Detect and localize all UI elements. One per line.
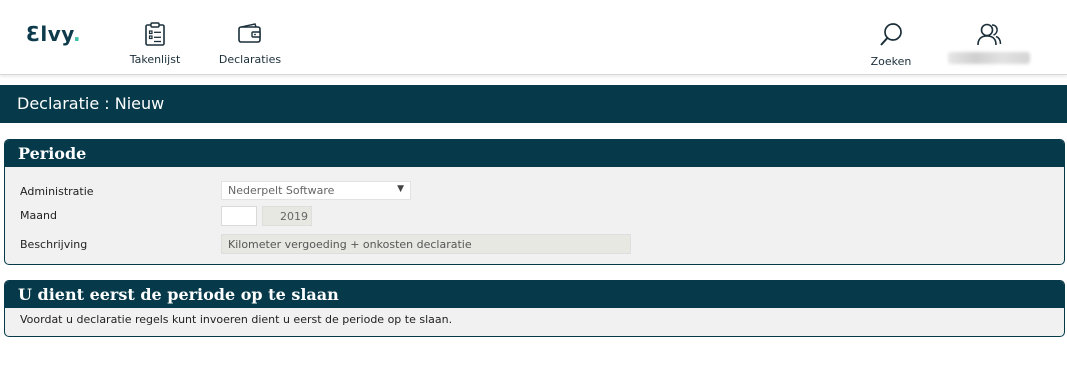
periode-panel: Periode Administratie Nederpelt Software…	[4, 139, 1065, 265]
nav-takenlijst-label: Takenlijst	[129, 53, 181, 66]
elvy-logo[interactable]: Ɛlvy.	[26, 22, 81, 46]
nav-declaraties-label: Declaraties	[218, 53, 282, 66]
top-navigation: Ɛlvy. Takenlijst Declaraties Zoeken	[0, 0, 1067, 75]
search-icon	[880, 23, 902, 46]
page-title-bar: Declaratie : Nieuw	[0, 85, 1067, 123]
administratie-value: Nederpelt Software	[228, 184, 335, 197]
administratie-select[interactable]: Nederpelt Software ▼	[221, 181, 411, 200]
users-icon	[977, 23, 1002, 46]
nav-user-menu[interactable]	[946, 22, 1032, 64]
notice-text: Voordat u declaratie regels kunt invoere…	[20, 313, 453, 326]
logo-dot: .	[73, 22, 82, 46]
beschrijving-label: Beschrijving	[20, 238, 88, 251]
notice-panel: U dient eerst de periode op te slaan Voo…	[4, 280, 1065, 337]
notice-header: U dient eerst de periode op te slaan	[5, 281, 1064, 308]
nav-zoeken-label: Zoeken	[870, 55, 912, 68]
maand-input[interactable]	[221, 206, 257, 226]
nav-takenlijst[interactable]: Takenlijst	[126, 22, 184, 67]
clipboard-list-icon	[145, 22, 165, 46]
administratie-label: Administratie	[20, 185, 94, 198]
user-name-blurred	[948, 52, 1030, 64]
logo-text: Ɛlvy	[26, 22, 74, 46]
beschrijving-input[interactable]: Kilometer vergoeding + onkosten declarat…	[221, 234, 631, 254]
jaar-input: 2019	[262, 206, 312, 226]
maand-label: Maand	[20, 209, 57, 222]
wallet-icon	[238, 23, 261, 43]
nav-zoeken[interactable]: Zoeken	[866, 22, 916, 69]
dropdown-arrow-icon: ▼	[397, 184, 404, 194]
nav-declaraties[interactable]: Declaraties	[216, 22, 284, 67]
page-title: Declaratie : Nieuw	[17, 94, 165, 113]
periode-header: Periode	[5, 140, 1064, 167]
